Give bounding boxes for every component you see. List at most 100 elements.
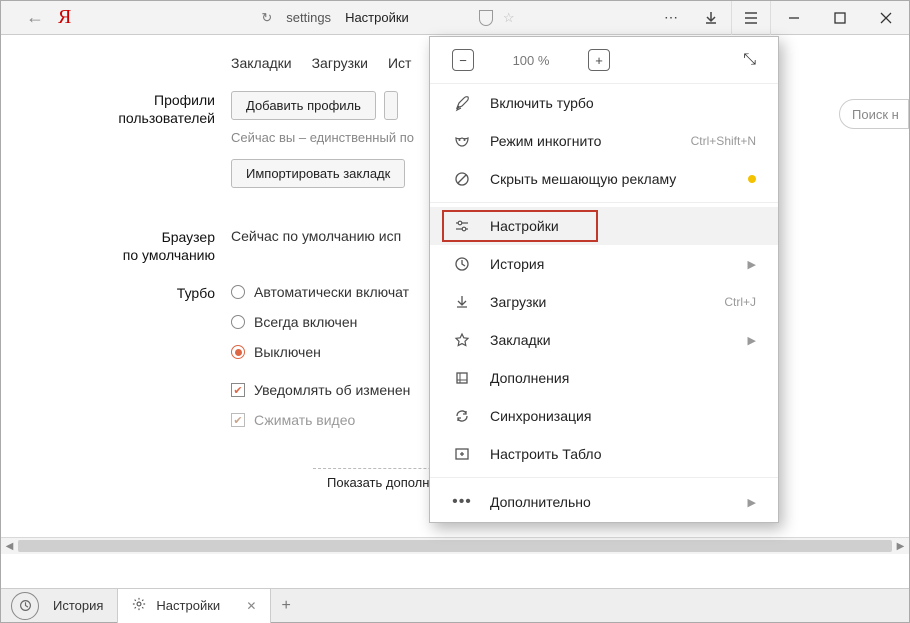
menu-downloads-shortcut: Ctrl+J: [724, 295, 756, 309]
turbo-off-text: Выключен: [254, 344, 321, 360]
rocket-icon: [452, 95, 472, 111]
star-icon: [452, 332, 472, 348]
menu-hide-ads[interactable]: Скрыть мешающую рекламу: [430, 160, 778, 198]
profiles-label: Профили пользователей: [71, 91, 231, 188]
compress-video-text: Сжимать видео: [254, 412, 355, 428]
addons-icon: [452, 370, 472, 386]
menu-separator: [430, 202, 778, 203]
import-bookmarks-button[interactable]: Импортировать закладк: [231, 159, 405, 188]
yellow-dot-icon: [748, 175, 756, 183]
menu-tableau-label: Настроить Табло: [490, 446, 756, 462]
default-browser-l2: по умолчанию: [123, 247, 215, 263]
scroll-thumb[interactable]: [18, 540, 892, 552]
menu-incognito-label: Режим инкогнито: [490, 133, 673, 149]
checkbox-checked-icon: [231, 413, 245, 427]
menu-incognito[interactable]: Режим инкогнито Ctrl+Shift+N: [430, 122, 778, 160]
sync-icon: [452, 408, 472, 424]
turbo-label: Турбо: [71, 284, 231, 428]
browser-window: ← Я ↻ settings Настройки ☆ ⋯: [0, 0, 910, 623]
menu-hamburger-icon[interactable]: [731, 1, 771, 35]
nav-downloads[interactable]: Загрузки: [312, 55, 368, 71]
menu-separator: [430, 477, 778, 478]
menu-downloads[interactable]: Загрузки Ctrl+J: [430, 283, 778, 321]
titlebar-left: ← Я: [1, 6, 71, 29]
menu-tableau[interactable]: Настроить Табло: [430, 435, 778, 473]
chevron-right-icon: ▶: [748, 258, 756, 271]
window-maximize-button[interactable]: [817, 1, 863, 35]
tab-bar: История Настройки ✕ +: [1, 588, 909, 622]
menu-turbo[interactable]: Включить турбо: [430, 84, 778, 122]
gear-icon: [132, 597, 146, 614]
more-icon[interactable]: ⋯: [651, 1, 691, 35]
titlebar: ← Я ↻ settings Настройки ☆ ⋯: [1, 1, 909, 35]
zoom-row: − 100 % + ⤡: [430, 37, 778, 84]
mask-icon: [452, 133, 472, 149]
yandex-logo-icon[interactable]: Я: [58, 6, 71, 29]
block-icon: [452, 171, 472, 187]
main-menu-dropdown: − 100 % + ⤡ Включить турбо Режим инкогни…: [429, 36, 779, 523]
profiles-label-line1: Профили: [154, 92, 215, 108]
menu-incognito-shortcut: Ctrl+Shift+N: [691, 134, 756, 148]
url-scheme: settings: [286, 10, 331, 25]
zoom-out-button[interactable]: −: [452, 49, 474, 71]
new-tab-button[interactable]: +: [271, 597, 300, 615]
turbo-always-text: Всегда включен: [254, 314, 357, 330]
menu-addons[interactable]: Дополнения: [430, 359, 778, 397]
menu-history-label: История: [490, 256, 730, 272]
back-arrow-icon[interactable]: ←: [26, 7, 44, 28]
menu-hide-ads-label: Скрыть мешающую рекламу: [490, 171, 730, 187]
scroll-left-button[interactable]: ◀: [1, 538, 18, 554]
profile-extra-button[interactable]: [384, 91, 398, 120]
scroll-right-button[interactable]: ▶: [892, 538, 909, 554]
menu-addons-label: Дополнения: [490, 370, 756, 386]
default-browser-label: Браузер по умолчанию: [71, 228, 231, 264]
menu-bookmarks-label: Закладки: [490, 332, 730, 348]
tab-history-label: История: [53, 598, 103, 613]
menu-bookmarks[interactable]: Закладки ▶: [430, 321, 778, 359]
address-area[interactable]: ↻ settings Настройки: [261, 10, 408, 26]
profiles-label-line2: пользователей: [118, 110, 215, 126]
sliders-icon: [452, 218, 472, 234]
default-browser-l1: Браузер: [162, 229, 215, 245]
window-minimize-button[interactable]: [771, 1, 817, 35]
turbo-auto-text: Автоматически включат: [254, 284, 409, 300]
radio-icon: [231, 285, 245, 299]
zoom-value: 100 %: [502, 53, 560, 68]
add-tile-icon: [452, 446, 472, 462]
horizontal-scrollbar[interactable]: ◀ ▶: [1, 537, 909, 554]
menu-more-label: Дополнительно: [490, 494, 730, 510]
tab-settings[interactable]: Настройки ✕: [117, 589, 271, 623]
add-profile-button[interactable]: Добавить профиль: [231, 91, 376, 120]
nav-history[interactable]: Ист: [388, 55, 411, 71]
menu-sync-label: Синхронизация: [490, 408, 756, 424]
shield-icon[interactable]: [479, 10, 493, 26]
downloads-icon[interactable]: [691, 1, 731, 35]
radio-icon: [231, 315, 245, 329]
bookmark-star-icon[interactable]: ☆: [503, 10, 515, 26]
radio-selected-icon: [231, 345, 245, 359]
chevron-right-icon: ▶: [748, 334, 756, 347]
tab-close-icon[interactable]: ✕: [246, 599, 256, 613]
menu-more[interactable]: ••• Дополнительно ▶: [430, 482, 778, 522]
chevron-right-icon: ▶: [748, 496, 756, 509]
window-close-button[interactable]: [863, 1, 909, 35]
url-title: Настройки: [345, 10, 409, 25]
zoom-in-button[interactable]: +: [588, 49, 610, 71]
clock-icon: [452, 256, 472, 272]
clock-tab-icon[interactable]: [11, 592, 39, 620]
titlebar-right: ⋯: [651, 1, 909, 35]
menu-downloads-label: Загрузки: [490, 294, 706, 310]
fullscreen-icon[interactable]: ⤡: [743, 51, 756, 69]
menu-sync[interactable]: Синхронизация: [430, 397, 778, 435]
tab-history[interactable]: История: [39, 589, 117, 623]
menu-settings[interactable]: Настройки: [430, 207, 778, 245]
menu-settings-label: Настройки: [490, 218, 756, 234]
nav-bookmarks[interactable]: Закладки: [231, 55, 292, 71]
notify-text: Уведомлять об изменен: [254, 382, 410, 398]
menu-turbo-label: Включить турбо: [490, 95, 756, 111]
checkbox-checked-icon: [231, 383, 245, 397]
menu-history[interactable]: История ▶: [430, 245, 778, 283]
ellipsis-icon: •••: [452, 493, 472, 511]
tab-settings-label: Настройки: [156, 598, 236, 613]
reload-icon[interactable]: ↻: [261, 10, 272, 26]
